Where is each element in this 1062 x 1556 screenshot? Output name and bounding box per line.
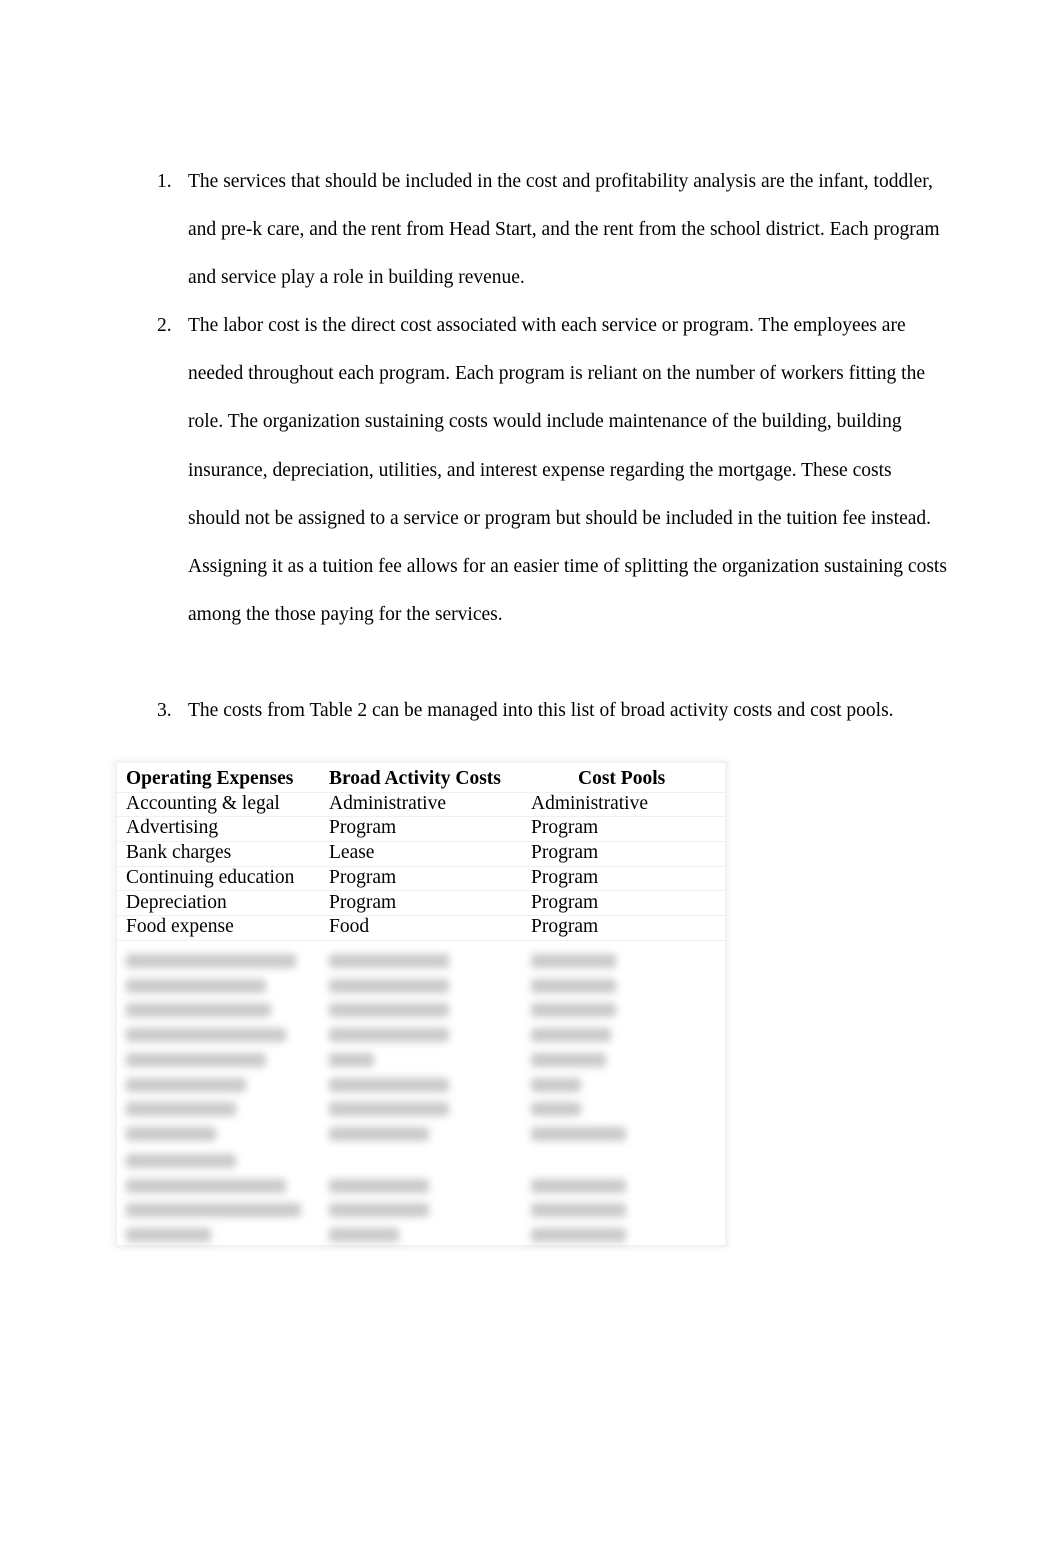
blurred-text	[531, 1077, 581, 1092]
list-number: 1.	[157, 171, 172, 192]
header-broad-activity-costs: Broad Activity Costs	[329, 768, 501, 789]
broad-activity-cell: Lease	[329, 842, 375, 864]
table-row: Depreciation Program Program	[117, 891, 725, 917]
blurred-text	[531, 1126, 626, 1141]
blurred-text	[531, 1203, 626, 1218]
blurred-text	[329, 954, 449, 968]
list-text: The costs from Table 2 can be managed in…	[188, 700, 894, 721]
blurred-text	[126, 1153, 236, 1168]
cost-pool-cell: Program	[531, 842, 599, 864]
blurred-text	[329, 1203, 429, 1218]
blurred-text	[329, 1102, 449, 1117]
blurred-text	[126, 1228, 211, 1242]
header-cost-pools: Cost Pools	[578, 768, 666, 789]
operating-expense-cell: Depreciation	[126, 891, 227, 913]
blurred-text	[329, 1003, 449, 1018]
blurred-text	[329, 1178, 429, 1193]
blurred-text	[126, 978, 266, 993]
list-item-1: 1. The services that should be included …	[157, 158, 947, 303]
cost-table: Operating Expenses Broad Activity Costs …	[117, 763, 725, 1245]
blurred-text	[531, 1228, 626, 1242]
list-number: 3.	[157, 700, 172, 721]
blurred-text	[126, 1178, 286, 1193]
blurred-text	[531, 1178, 626, 1193]
table-row: Accounting & legal Administrative Administ…	[117, 792, 725, 818]
blurred-text	[126, 954, 296, 968]
table-row: Advertising Program Program	[117, 816, 725, 843]
operating-expense-cell: Advertising	[126, 817, 219, 839]
blurred-text	[531, 954, 616, 968]
broad-activity-cell: Program	[329, 817, 397, 839]
broad-activity-cell: Program	[329, 891, 397, 913]
table-row: Food expense Food Program	[117, 915, 725, 941]
blurred-text	[531, 978, 616, 993]
blurred-text	[126, 1126, 216, 1141]
header-operating-expenses: Operating Expenses	[126, 768, 294, 789]
blurred-text	[531, 1102, 581, 1117]
blurred-text	[126, 1028, 286, 1043]
blurred-text	[329, 1228, 399, 1242]
blurred-text	[329, 978, 449, 993]
blurred-text	[126, 1003, 271, 1018]
cost-pool-cell: Administrative	[531, 792, 648, 814]
list-item-2: 2. The labor cost is the direct cost ass…	[157, 302, 947, 639]
blurred-text	[329, 1126, 429, 1141]
list-number: 2.	[157, 315, 172, 336]
blurred-text	[126, 1203, 301, 1218]
cost-pool-cell: Program	[531, 891, 599, 913]
blurred-text	[531, 1052, 606, 1067]
blurred-text	[329, 1052, 374, 1067]
operating-expense-cell: Food expense	[126, 916, 234, 938]
blurred-text	[126, 1102, 236, 1117]
blurred-text	[126, 1077, 246, 1092]
table-row: Continuing education Program Program	[117, 866, 725, 892]
table-header: Operating Expenses Broad Activity Costs …	[117, 767, 725, 793]
cost-pool-cell: Program	[531, 916, 599, 938]
blurred-text	[329, 1077, 449, 1092]
broad-activity-cell: Food	[329, 916, 370, 938]
list-text: The labor cost is the direct cost associ…	[188, 315, 947, 626]
blurred-text	[531, 1028, 611, 1043]
list-item-3: 3. The costs from Table 2 can be managed…	[157, 698, 917, 724]
operating-expense-cell: Accounting & legal	[126, 792, 280, 814]
blurred-text	[126, 1052, 266, 1067]
broad-activity-cell: Program	[329, 866, 397, 888]
cost-pool-cell: Program	[531, 866, 599, 888]
table-row: Bank charges Lease Program	[117, 841, 725, 867]
list-text: The services that should be included in …	[188, 171, 940, 289]
operating-expense-cell: Continuing education	[126, 866, 295, 888]
operating-expense-cell: Bank charges	[126, 842, 232, 864]
blurred-text	[531, 1003, 616, 1018]
blurred-text	[329, 1028, 449, 1043]
cost-pool-cell: Program	[531, 817, 599, 839]
broad-activity-cell: Administrative	[329, 792, 446, 814]
